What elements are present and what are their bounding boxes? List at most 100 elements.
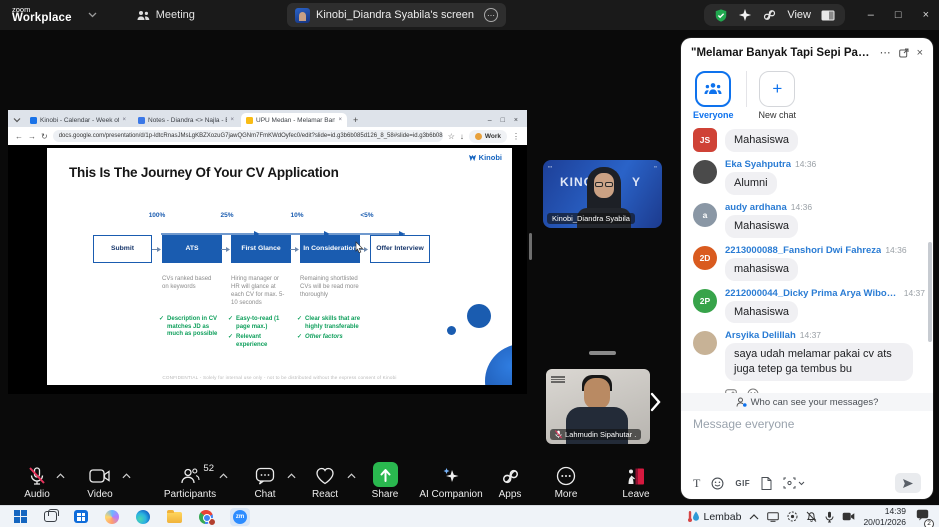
tab-close-icon[interactable]: × <box>338 117 342 123</box>
chrome-icon[interactable] <box>199 510 213 524</box>
stage-percentage: 100% <box>137 212 177 219</box>
stage-percentage: 10% <box>277 212 317 219</box>
chat-messages[interactable]: JS Mahasiswa Eka Syahputra14:36 Alumni a… <box>681 122 933 393</box>
tab-meeting[interactable]: Meeting <box>137 9 195 21</box>
avatar: 2D <box>693 246 717 270</box>
video-tile-speaker[interactable]: KINO Y ▪▪▪ ▪▪ Kinobi_Diandra Syabila <box>543 160 662 228</box>
file-explorer-icon[interactable] <box>167 512 182 523</box>
attach-file-icon[interactable] <box>761 477 772 490</box>
copilot-icon[interactable] <box>105 510 119 524</box>
browser-minimize-icon[interactable]: – <box>488 117 492 124</box>
clock[interactable]: 14:39 20/01/2026 <box>863 506 906 526</box>
system-tray: Lembab 14:39 20/01/2026 2 <box>688 506 932 526</box>
notification-center-icon[interactable]: 2 <box>916 508 929 526</box>
checklist-ats: ✓Description in CV matches JD as much as… <box>159 316 221 342</box>
ai-sparkle-icon[interactable] <box>738 8 752 22</box>
new-tab-button[interactable]: + <box>353 115 358 125</box>
video-options-caret-icon[interactable] <box>122 473 131 479</box>
do-not-disturb-bell-icon[interactable] <box>806 511 817 522</box>
shared-screen: Kinobi - Calendar - Week of 1... × Notes… <box>8 110 527 394</box>
close-button[interactable]: × <box>923 9 929 21</box>
new-chat-button[interactable]: + New chat <box>759 71 797 120</box>
view-button[interactable]: View <box>787 9 811 21</box>
edge-icon[interactable] <box>136 510 150 524</box>
send-plane-icon <box>902 478 914 489</box>
arrow-right-icon <box>221 246 231 253</box>
send-button[interactable] <box>895 473 921 493</box>
microsoft-store-icon[interactable] <box>74 510 88 523</box>
reload-icon[interactable]: ↻ <box>41 132 48 141</box>
tab-close-icon[interactable]: × <box>230 117 234 123</box>
collapse-videos-chevron-icon[interactable] <box>649 392 661 412</box>
bookmark-star-icon[interactable]: ☆ <box>448 132 455 141</box>
kinobi-logo-icon <box>468 154 477 162</box>
chat-message: 2D 2213000088_Fanshori Dwi Fahreza14:36 … <box>693 245 921 281</box>
heart-icon <box>315 467 335 485</box>
security-shield-icon[interactable] <box>714 8 728 23</box>
leave-button[interactable]: Leave <box>594 465 678 500</box>
avatar: a <box>693 203 717 227</box>
recording-icon[interactable] <box>787 511 798 522</box>
chevron-down-icon[interactable] <box>798 481 805 486</box>
minimize-button[interactable]: – <box>868 9 874 21</box>
person-face <box>584 378 610 409</box>
video-strip-drag-handle[interactable] <box>589 351 616 355</box>
browser-tab-slides-active[interactable]: UPU Medan - Melamar Banyak × <box>241 113 347 127</box>
message-input-area <box>681 411 933 467</box>
zoom-taskbar-icon[interactable]: zm <box>230 508 250 526</box>
who-can-see-banner[interactable]: Who can see your messages? <box>681 393 933 411</box>
browser-profile-chip[interactable]: Work <box>469 130 507 143</box>
maximize-button[interactable]: □ <box>895 9 902 21</box>
stage-percentage: 25% <box>207 212 247 219</box>
slides-favicon <box>246 117 253 124</box>
avatar <box>693 331 717 355</box>
browser-close-icon[interactable]: × <box>514 117 518 124</box>
video-tile-participant[interactable]: Lahmudin Sipahutar . <box>546 369 650 444</box>
forward-icon[interactable]: → <box>28 132 36 141</box>
browser-menu-icon[interactable]: ⋮ <box>512 132 520 141</box>
task-view-icon[interactable] <box>44 511 57 522</box>
panel-resize-handle[interactable] <box>529 233 532 260</box>
tab-screen-share[interactable]: Kinobi_Diandra Syabila's screen ⋯ <box>287 3 506 27</box>
titlebar-controls: View <box>704 4 845 26</box>
apps-icon[interactable] <box>762 8 777 22</box>
emoji-icon[interactable] <box>711 477 724 490</box>
emoji-react-icon[interactable] <box>747 388 759 393</box>
chevron-down-icon[interactable] <box>88 12 97 18</box>
windows-start-icon[interactable] <box>14 510 27 523</box>
address-bar[interactable]: docs.google.com/presentation/d/1p-ldtcRn… <box>53 130 443 142</box>
download-icon[interactable]: ↓ <box>460 132 464 141</box>
pop-out-icon[interactable] <box>899 48 909 58</box>
reply-thread-icon[interactable] <box>725 389 737 393</box>
gif-button[interactable]: GIF <box>735 479 750 488</box>
tray-camera-icon[interactable] <box>842 512 855 521</box>
message-input[interactable] <box>693 417 921 461</box>
chat-more-icon[interactable]: ⋯ <box>880 46 891 59</box>
browser-tab-notes[interactable]: Notes - Diandra <> Najla - Bri... × <box>133 113 239 127</box>
leave-door-icon <box>626 467 646 486</box>
participants-button[interactable]: 52 Participants <box>148 465 232 500</box>
tab-search-icon[interactable] <box>13 116 21 124</box>
tray-expand-chevron-icon[interactable] <box>749 514 759 520</box>
tab-everyone[interactable]: Everyone <box>693 71 734 120</box>
presentation-slide: Kinobi This Is The Journey Of Your CV Ap… <box>47 148 512 385</box>
more-actions-icon[interactable]: ⋯ <box>769 389 779 393</box>
check-icon: ✓ <box>228 316 233 331</box>
video-button[interactable]: Video <box>58 465 142 500</box>
cast-display-icon[interactable] <box>767 512 779 522</box>
tab-options-icon[interactable]: ⋯ <box>484 8 498 22</box>
tray-mic-icon[interactable] <box>825 511 834 523</box>
browser-maximize-icon[interactable]: □ <box>501 117 505 124</box>
browser-tab-calendar[interactable]: Kinobi - Calendar - Week of 1... × <box>25 113 131 127</box>
chrome-profile-badge <box>208 518 216 526</box>
screenshot-icon[interactable] <box>783 477 796 489</box>
check-icon: ✓ <box>297 334 302 342</box>
weather-widget[interactable]: Lembab <box>688 510 742 523</box>
tab-close-icon[interactable]: × <box>122 117 126 123</box>
format-text-icon[interactable]: T <box>693 476 700 491</box>
chat-close-icon[interactable]: × <box>917 47 923 59</box>
chat-composer-toolbar: T GIF <box>681 467 933 499</box>
browser-window-controls: – □ × <box>488 117 523 127</box>
chat-scrollbar[interactable] <box>928 242 932 342</box>
back-icon[interactable]: ← <box>15 132 23 141</box>
